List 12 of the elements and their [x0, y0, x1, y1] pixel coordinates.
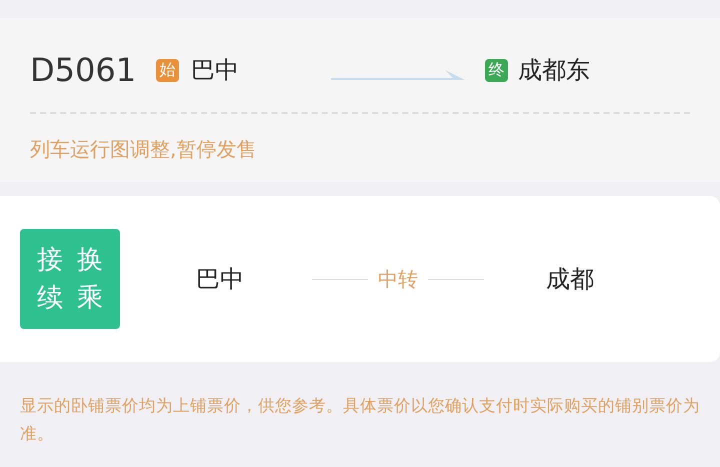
origin-station: 巴中 [191, 55, 240, 86]
train-number: D5061 [30, 50, 138, 91]
origin-badge: 始 [156, 58, 179, 82]
destination-city: 成都 [546, 264, 594, 295]
price-footnote: 显示的卧铺票价均为上铺票价，供您参考。具体票价以您确认支付时实际购买的铺别票价为准。 [20, 395, 700, 445]
suspension-notice: 列车运行图调整,暂停发售 [30, 136, 258, 163]
origin-city: 巴中 [196, 264, 245, 295]
destination-badge: 终 [485, 58, 508, 82]
transfer-badge: 接换 续乘 [20, 229, 120, 329]
transfer-label: 中转 [378, 266, 418, 293]
arrow-icon [331, 68, 467, 82]
destination-station: 成都东 [518, 55, 590, 86]
